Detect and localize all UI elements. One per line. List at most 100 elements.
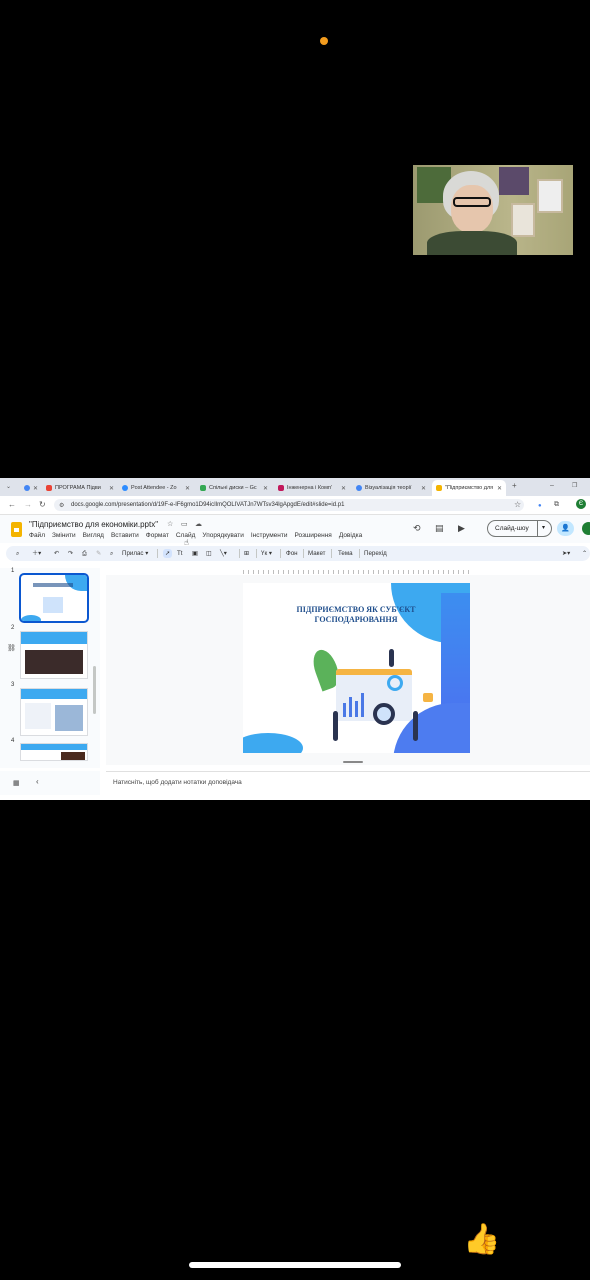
browser-tab[interactable]: Спільні диски – Gc ✕ xyxy=(196,480,272,496)
chevron-down-icon[interactable]: ▾ xyxy=(542,524,545,531)
menu-arrange[interactable]: Упорядкувати xyxy=(202,532,243,539)
google-drive-icon xyxy=(200,485,206,491)
image-icon[interactable]: ▣ xyxy=(192,549,198,558)
extensions-puzzle-icon[interactable]: ⧉ xyxy=(554,500,559,510)
slide-thumbnail-2[interactable] xyxy=(21,632,87,678)
close-tab-icon[interactable]: ✕ xyxy=(263,485,268,492)
toolbar-divider xyxy=(331,549,332,558)
search-icon[interactable]: ⌕ xyxy=(16,549,19,558)
cloud-saved-icon[interactable]: ☁ xyxy=(195,520,202,528)
collapse-toolbar-icon[interactable]: ⌃ xyxy=(582,549,587,558)
zoom-dropdown[interactable]: Прилас ▾ xyxy=(122,549,148,558)
speaker-notes[interactable]: Натисніть, щоб додати нотатки доповідача xyxy=(106,771,590,796)
theme-button[interactable]: Тема xyxy=(338,549,353,558)
slide-thumbnail-1[interactable] xyxy=(21,575,87,621)
browser-tab[interactable]: Інженерна і Комп’ ✕ xyxy=(274,480,350,496)
user-avatar[interactable] xyxy=(582,522,590,535)
share-button[interactable]: 👤 xyxy=(557,521,574,536)
forward-arrow-icon[interactable]: → xyxy=(24,500,32,510)
menu-help[interactable]: Довідка xyxy=(339,532,362,539)
back-arrow-icon[interactable]: ← xyxy=(8,500,16,510)
current-slide[interactable]: ПІДПРИЄМСТВО ЯК СУБ'ЄКТ ГОСПОДАРЮВАННЯ xyxy=(243,583,470,753)
menu-tools[interactable]: Інструменти xyxy=(251,532,288,539)
maximize-icon[interactable]: ❐ xyxy=(572,481,577,491)
select-cursor-icon[interactable]: ➚ xyxy=(163,549,173,558)
close-tab-icon[interactable]: ✕ xyxy=(341,485,346,492)
extension-icon[interactable]: ● xyxy=(538,501,542,511)
home-indicator[interactable] xyxy=(189,1262,401,1268)
reaction-thumbs-up-icon[interactable]: 👍 xyxy=(463,1222,500,1258)
version-history-icon[interactable]: ⟲ xyxy=(413,523,421,534)
star-icon[interactable]: ☆ xyxy=(167,520,173,528)
add-comment-icon[interactable]: ⊞ xyxy=(244,549,249,558)
close-tab-icon[interactable]: ✕ xyxy=(185,485,190,492)
zoom-icon[interactable]: ⌕ xyxy=(110,549,113,558)
undo-icon[interactable]: ↶ xyxy=(54,549,59,558)
document-title[interactable]: "Підприємство для економіки.pptx" xyxy=(29,520,158,529)
new-tab-icon[interactable]: + xyxy=(512,481,517,491)
menu-format[interactable]: Формат xyxy=(146,532,169,539)
site-info-icon[interactable]: ⚙ xyxy=(59,501,64,511)
meet-video-icon[interactable]: ▶ xyxy=(458,523,465,534)
line-icon[interactable]: ╲▾ xyxy=(220,549,227,558)
slide-thumbnail-4[interactable] xyxy=(21,744,87,760)
slideshow-button[interactable]: Слайд-шоу ▾ xyxy=(487,520,552,537)
bookmark-star-icon[interactable]: ☆ xyxy=(514,500,521,510)
toolbar-divider xyxy=(157,549,158,558)
globe-icon xyxy=(356,485,362,491)
transition-button[interactable]: Перехід xyxy=(364,549,387,558)
menu-file[interactable]: Файл xyxy=(29,532,45,539)
thumb-text-block xyxy=(25,703,51,729)
menu-view[interactable]: Вигляд xyxy=(83,532,104,539)
text-box-icon[interactable]: Tt xyxy=(177,549,183,558)
background-button[interactable]: Фон xyxy=(286,549,298,558)
comments-icon[interactable]: ▤ xyxy=(435,523,444,534)
link-icon[interactable]: ⛓ xyxy=(7,644,16,652)
close-tab-icon[interactable]: ✕ xyxy=(33,485,38,492)
menu-extensions[interactable]: Розширення xyxy=(294,532,331,539)
slide-thumbnail-3[interactable] xyxy=(21,689,87,735)
minimize-icon[interactable]: – xyxy=(550,481,554,491)
menu-insert[interactable]: Вставити xyxy=(111,532,139,539)
print-icon[interactable]: ⎙ xyxy=(82,549,87,558)
thumb-title-line xyxy=(33,583,73,587)
browser-tab[interactable]: ПРОГРАМА Підви ✕ xyxy=(42,480,118,496)
input-tools-icon[interactable]: Үк ▾ xyxy=(261,549,272,558)
paint-format-icon[interactable]: ✎ xyxy=(96,549,101,558)
slides-app-header: "Підприємство для економіки.pptx" ☆ ▭ ☁ … xyxy=(0,515,590,543)
browser-tab[interactable]: Візуалізація теорії ✕ xyxy=(352,480,430,496)
chart-bar-illustration xyxy=(355,701,358,717)
thumb-photo xyxy=(25,650,83,674)
layout-button[interactable]: Макет xyxy=(308,549,326,558)
filmstrip-footer: ▦ ‹ xyxy=(0,771,100,795)
menu-bar: Файл Змінити Вигляд Вставити Формат Слай… xyxy=(29,532,369,539)
browser-tab-active[interactable]: "Підприємство для ✕ xyxy=(432,480,506,496)
redo-icon[interactable]: ↷ xyxy=(68,549,73,558)
close-tab-icon[interactable]: ✕ xyxy=(421,485,426,492)
magnifier-illustration xyxy=(373,703,395,725)
move-folder-icon[interactable]: ▭ xyxy=(181,520,188,528)
filmstrip-scrollbar[interactable] xyxy=(93,666,96,714)
slide-title[interactable]: ПІДПРИЄМСТВО ЯК СУБ'ЄКТ ГОСПОДАРЮВАННЯ xyxy=(283,605,429,625)
browser-tab[interactable]: ✕ xyxy=(20,480,42,496)
participant-video-tile[interactable] xyxy=(413,165,573,255)
grid-view-icon[interactable]: ▦ xyxy=(13,779,20,787)
menu-edit[interactable]: Змінити xyxy=(52,532,76,539)
reload-icon[interactable]: ↻ xyxy=(39,500,46,510)
google-slides-icon xyxy=(436,485,442,491)
close-tab-icon[interactable]: ✕ xyxy=(109,485,114,492)
chevron-left-icon[interactable]: ‹ xyxy=(36,777,39,786)
url-input[interactable]: docs.google.com/presentation/d/19F-e-lF6… xyxy=(54,499,524,511)
shape-icon[interactable]: ◫ xyxy=(206,549,212,558)
thumb-photo xyxy=(55,705,83,731)
notes-resize-handle[interactable] xyxy=(343,761,363,763)
toolbar-divider xyxy=(303,549,304,558)
tab-label: Спільні диски – Gc xyxy=(209,485,257,491)
pointer-mode-icon[interactable]: ➤▾ xyxy=(562,549,570,558)
profile-avatar[interactable]: Є xyxy=(576,499,586,509)
google-slides-logo-icon[interactable] xyxy=(11,522,22,537)
close-tab-icon[interactable]: ✕ xyxy=(497,485,502,492)
tab-list-chevron-icon[interactable]: ⌄ xyxy=(6,482,11,492)
new-slide-icon[interactable]: ＋▾ xyxy=(32,549,41,558)
browser-tab[interactable]: Post Attendee - Zo ✕ xyxy=(118,480,194,496)
